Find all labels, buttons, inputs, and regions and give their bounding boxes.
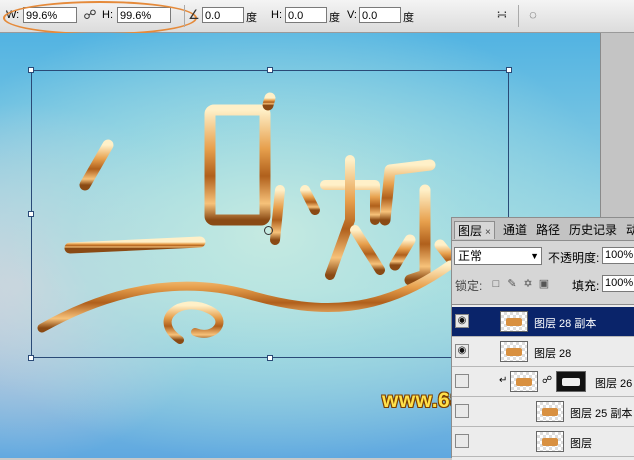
transform-options-bar: W: 99.6% ☍ H: 99.6% ∠ 0.0 度 H: 0.0 度 V: … [0,0,634,35]
layer-thumbnail [500,311,528,332]
tab-history[interactable]: 历史记录 [566,221,620,239]
clip-arrow-icon: ↵ [499,375,508,386]
visibility-toggle[interactable] [455,434,469,448]
warp-icon[interactable]: ∺ [494,7,510,23]
layer-row[interactable]: ◉ 图层 28 [452,337,634,367]
transform-handle-top[interactable] [267,67,273,73]
transform-handle-bottom-left[interactable] [28,355,34,361]
height-field[interactable]: 99.6% [117,7,171,23]
tab-actions[interactable]: 动 [623,221,634,239]
lock-all-icon[interactable]: ▣ [538,278,550,290]
blend-mode-select[interactable]: 正常 ▼ [454,247,542,265]
layer-row[interactable]: ↵ ☍ 图层 26 [452,367,634,397]
reference-point[interactable] [264,226,273,235]
separator [518,5,519,27]
width-field[interactable]: 99.6% [23,7,77,23]
transform-handle-top-left[interactable] [28,67,34,73]
skew-h-unit: 度 [329,12,340,24]
cancel-transform-icon[interactable]: ◌ [525,7,541,23]
width-label: W: [6,9,20,21]
fill-label: 填充: [572,279,600,293]
layer-name: 图层 26 [595,378,633,390]
skew-v-unit: 度 [403,12,414,24]
separator [184,5,185,27]
layers-list: ◉ 图层 28 副本 ◉ 图层 28 ↵ ☍ 图层 26 图层 25 副本 25… [452,304,634,460]
lock-brush-icon[interactable]: ✎ [506,278,518,290]
tab-paths[interactable]: 路径 [533,221,563,239]
opacity-field[interactable]: 100% [602,247,634,264]
fill-field[interactable]: 100% [602,275,634,292]
layer-row[interactable]: 图层 25 副本 25 [452,397,634,427]
layer-mask-thumbnail [556,371,586,392]
eye-icon[interactable]: ◉ [455,314,469,328]
lock-label: 锁定: [455,279,483,293]
tab-label: 图层 [458,224,483,238]
layer-name: 图层 28 副本 [534,318,597,330]
rotate-icon: ∠ [188,7,200,22]
layer-row[interactable]: ◉ 图层 28 副本 [452,307,634,337]
close-icon[interactable]: × [485,227,491,238]
rotate-unit: 度 [246,12,257,24]
layers-panel: 图层 × 通道 路径 历史记录 动 正常 ▼ 不透明度: 100% 锁定: □ ✎… [451,217,634,460]
layer-name: 图层 25 副本 25 [570,408,634,420]
rotate-field[interactable]: 0.0 [202,7,244,23]
layer-thumbnail [500,341,528,362]
skew-h-label: H: [271,9,282,21]
layer-thumbnail [536,401,564,422]
skew-h-field[interactable]: 0.0 [285,7,327,23]
eye-icon[interactable]: ◉ [455,344,469,358]
layer-name: 图层 [570,438,592,450]
skew-v-field[interactable]: 0.0 [359,7,401,23]
transform-handle-top-right[interactable] [506,67,512,73]
transform-handle-bottom[interactable] [267,355,273,361]
chevron-down-icon: ▼ [530,251,539,261]
layer-name: 图层 28 [534,348,572,360]
opacity-label: 不透明度: [548,251,600,265]
visibility-toggle[interactable] [455,404,469,418]
layer-row[interactable]: 图层 [452,427,634,457]
transform-bounding-box[interactable] [31,70,509,358]
chain-link-icon: ☍ [542,375,553,386]
lock-transparency-icon[interactable]: □ [490,278,502,290]
tab-layers[interactable]: 图层 × [454,221,495,239]
height-label: H: [102,9,113,21]
lock-move-icon[interactable]: ✡ [522,278,534,290]
visibility-toggle[interactable] [455,374,469,388]
layer-thumbnail [510,371,538,392]
chain-link-icon[interactable]: ☍ [82,7,98,23]
panel-tab-bar: 图层 × 通道 路径 历史记录 动 [452,218,634,241]
transform-handle-left[interactable] [28,211,34,217]
layer-thumbnail [536,431,564,452]
tab-channels[interactable]: 通道 [500,221,530,239]
blend-mode-value: 正常 [458,249,483,263]
skew-v-label: V: [347,9,357,21]
